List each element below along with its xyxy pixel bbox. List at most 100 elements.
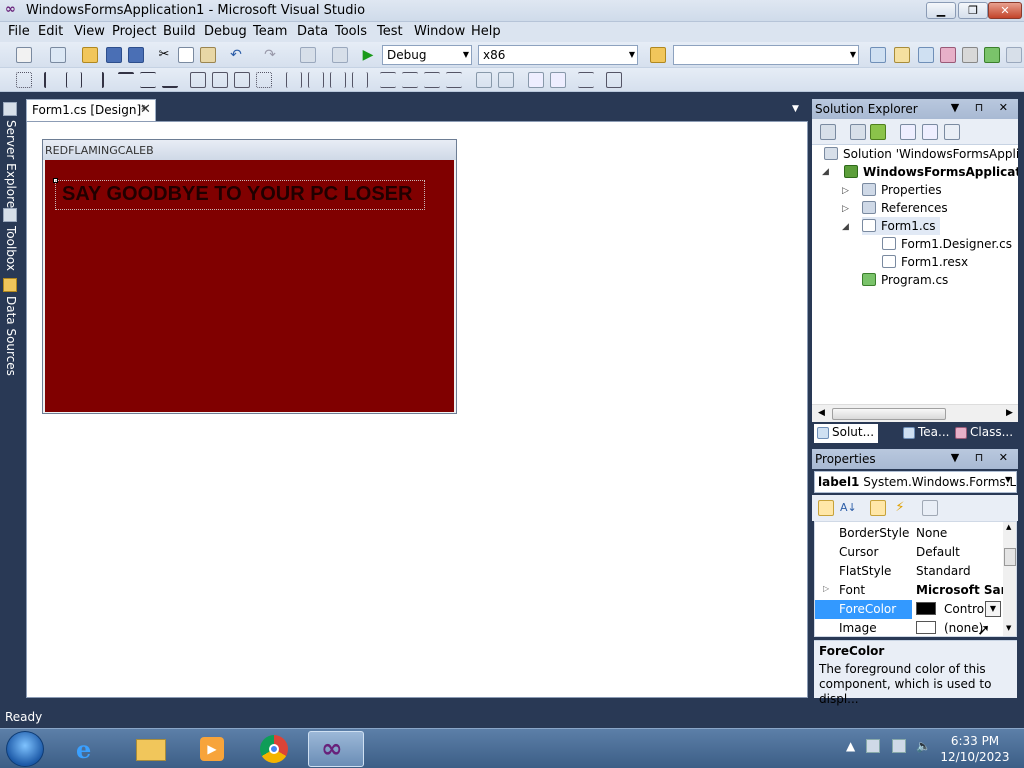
solution-platform-dropdown[interactable]: x86 ▼ (478, 45, 638, 65)
toolbox-tab[interactable]: Toolbox (2, 226, 18, 271)
properties-view-icon[interactable] (870, 500, 886, 516)
system-clock[interactable]: 6:33 PM 12/10/2023 (940, 733, 1010, 765)
align-tops-icon[interactable] (118, 72, 134, 88)
bring-to-front-icon[interactable] (528, 72, 544, 88)
tab-solution-explorer[interactable]: Solut... (814, 424, 879, 443)
tree-node-form1-designer[interactable]: Form1.Designer.cs (882, 235, 1012, 253)
property-value[interactable]: Default (913, 543, 1005, 562)
network-icon[interactable] (892, 739, 906, 753)
view-designer-icon[interactable] (922, 124, 938, 140)
command-window-icon[interactable] (1006, 47, 1022, 63)
property-row-font[interactable]: ▷ Font Microsoft Sans (815, 581, 1005, 600)
solution-explorer-icon[interactable] (870, 47, 886, 63)
property-value[interactable]: None (913, 524, 1005, 543)
find-in-files-icon[interactable] (650, 47, 666, 63)
save-icon[interactable] (106, 47, 122, 63)
make-same-width-icon[interactable] (190, 72, 206, 88)
lock-controls-icon[interactable] (606, 72, 622, 88)
size-to-grid-icon[interactable] (256, 72, 272, 88)
new-project-icon[interactable] (16, 47, 32, 63)
navigate-forward-icon[interactable] (332, 47, 348, 63)
menu-tools[interactable]: Tools (335, 24, 367, 39)
paste-icon[interactable] (200, 47, 216, 63)
taskbar-chrome[interactable] (246, 731, 302, 767)
horizontal-spacing-equal-icon[interactable] (286, 72, 302, 88)
property-row-forecolor[interactable]: ForeColor Control ▼ (815, 600, 1005, 619)
open-file-icon[interactable] (82, 47, 98, 63)
view-code-icon[interactable] (900, 124, 916, 140)
tree-node-solution[interactable]: Solution 'WindowsFormsApplica (824, 145, 1018, 163)
tab-class-view[interactable]: Class... (952, 424, 1017, 443)
object-browser-icon[interactable] (918, 47, 934, 63)
volume-muted-icon[interactable]: 🔈 (916, 739, 931, 753)
find-combo[interactable]: ▼ (673, 45, 859, 65)
horizontal-scrollbar[interactable]: ◀ ▶ (812, 404, 1018, 422)
tab-form1-design[interactable]: Form1.cs [Design]* ✕ (26, 99, 156, 121)
close-icon[interactable]: ✕ (140, 102, 151, 117)
taskbar-media-player[interactable]: ▶ (184, 731, 240, 767)
make-same-height-icon[interactable] (212, 72, 228, 88)
properties-window-icon[interactable] (894, 47, 910, 63)
dropdown-button[interactable]: ▼ (985, 601, 1001, 617)
property-row-cursor[interactable]: Cursor Default (815, 543, 1005, 562)
show-all-files-icon[interactable] (820, 124, 836, 140)
add-item-icon[interactable] (50, 47, 66, 63)
center-horizontally-icon[interactable] (476, 72, 492, 88)
horizontal-spacing-decrease-icon[interactable] (330, 72, 346, 88)
menu-edit[interactable]: Edit (38, 24, 63, 39)
tree-node-properties[interactable]: Properties (862, 181, 942, 199)
scroll-up-icon[interactable]: ▲ (1006, 523, 1011, 531)
copy-icon[interactable] (178, 47, 194, 63)
taskbar-internet-explorer[interactable]: e (62, 731, 118, 767)
action-center-icon[interactable] (866, 739, 880, 753)
data-sources-tab[interactable]: Data Sources (2, 296, 18, 376)
tree-node-program[interactable]: Program.cs (862, 271, 948, 289)
cut-icon[interactable]: ✂ (156, 47, 172, 63)
menu-debug[interactable]: Debug (204, 24, 247, 39)
menu-project[interactable]: Project (112, 24, 156, 39)
form-client-area[interactable]: SAY GOODBYE TO YOUR PC LOSER (45, 160, 454, 412)
collapse-icon[interactable]: ◢ (822, 167, 829, 177)
object-selector-dropdown[interactable]: label1 System.Windows.Forms.Lab ▼ (814, 471, 1017, 493)
events-lightning-icon[interactable]: ⚡ (892, 500, 908, 516)
taskbar-visual-studio[interactable]: ∞ (308, 731, 364, 767)
label1-control[interactable]: SAY GOODBYE TO YOUR PC LOSER (55, 180, 425, 210)
property-value[interactable]: Microsoft Sans (913, 581, 1005, 600)
tree-node-form1[interactable]: Form1.cs (862, 217, 940, 235)
close-button[interactable]: ✕ (988, 2, 1022, 19)
property-row-borderstyle[interactable]: BorderStyle None (815, 524, 1005, 543)
scroll-thumb[interactable] (1004, 548, 1016, 566)
tree-node-references[interactable]: References (862, 199, 948, 217)
taskbar-file-explorer[interactable] (124, 731, 180, 767)
property-value-cell[interactable]: (none) (913, 619, 1005, 636)
save-all-icon[interactable] (128, 47, 144, 63)
vertical-spacing-increase-icon[interactable] (402, 72, 418, 88)
alphabetical-icon[interactable]: A↓ (840, 500, 857, 516)
expand-icon[interactable]: ▷ (823, 584, 829, 593)
align-bottoms-icon[interactable] (162, 72, 178, 88)
categorized-icon[interactable] (818, 500, 834, 516)
vertical-spacing-decrease-icon[interactable] (424, 72, 440, 88)
align-middles-icon[interactable] (140, 72, 156, 88)
align-rights-icon[interactable] (88, 72, 104, 88)
toolbox-icon[interactable] (940, 47, 956, 63)
extension-manager-icon[interactable] (962, 47, 978, 63)
tree-node-form1-resx[interactable]: Form1.resx (882, 253, 968, 271)
minimize-button[interactable]: ▁ (926, 2, 956, 19)
horizontal-spacing-increase-icon[interactable] (308, 72, 324, 88)
property-pages-icon[interactable] (922, 500, 938, 516)
server-explorer-tab[interactable]: Server Explorer (2, 120, 18, 213)
tab-team-explorer[interactable]: Tea... (900, 424, 953, 443)
start-debugging-icon[interactable]: ▶ (360, 47, 376, 63)
menu-help[interactable]: Help (471, 24, 501, 39)
property-value[interactable]: Standard (913, 562, 1005, 581)
expand-icon[interactable]: ▷ (842, 186, 849, 196)
make-same-size-icon[interactable] (234, 72, 250, 88)
properties-icon[interactable] (850, 124, 866, 140)
menu-file[interactable]: File (8, 24, 30, 39)
vertical-scrollbar[interactable]: ▲ ▼ (1003, 522, 1016, 636)
menu-view[interactable]: View (74, 24, 105, 39)
align-lefts-icon[interactable] (44, 72, 60, 88)
scroll-thumb[interactable] (832, 408, 946, 420)
refresh-icon[interactable] (870, 124, 886, 140)
